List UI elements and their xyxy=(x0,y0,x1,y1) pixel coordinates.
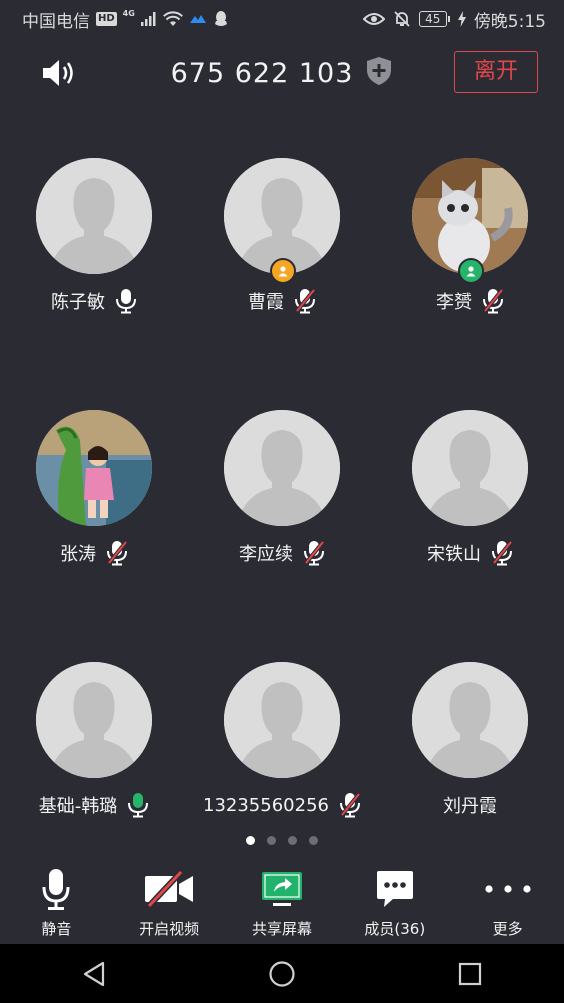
mic-muted-icon xyxy=(339,792,361,818)
participant-avatar xyxy=(36,662,152,778)
status-bar: 中国电信 HD 4G 45 傍晚5:15 xyxy=(0,0,564,38)
share-screen-icon xyxy=(226,868,338,910)
page-dot[interactable] xyxy=(267,836,276,845)
page-dot[interactable] xyxy=(309,836,318,845)
more-dots-icon xyxy=(452,868,564,910)
page-dot[interactable] xyxy=(288,836,297,845)
participant-avatar xyxy=(412,410,528,526)
share-screen-label: 共享屏幕 xyxy=(251,920,312,938)
mute-button[interactable]: 静音 xyxy=(0,860,112,944)
cohost-badge-icon xyxy=(458,258,484,284)
mic-muted-icon xyxy=(294,288,316,314)
mic-speaking-icon xyxy=(127,792,149,818)
system-nav-bar xyxy=(0,944,564,1003)
participant-avatar xyxy=(224,662,340,778)
participant-name-row: 刘丹霞 xyxy=(376,790,564,820)
start-video-button[interactable]: 开启视频 xyxy=(113,860,225,944)
back-triangle-icon xyxy=(83,961,105,986)
charging-icon xyxy=(457,11,466,27)
chat-bubble-icon xyxy=(339,868,451,910)
nav-back-button[interactable] xyxy=(64,944,124,1003)
page-indicator xyxy=(0,836,564,846)
mic-muted-icon xyxy=(303,540,325,566)
signal-icon xyxy=(140,12,157,26)
more-label: 更多 xyxy=(492,920,523,938)
share-screen-button[interactable]: 共享屏幕 xyxy=(226,860,338,944)
mute-bell-icon xyxy=(393,10,411,28)
participant-name-row: 陈子敏 xyxy=(0,286,188,316)
participant-avatar xyxy=(224,158,340,274)
meeting-toolbar: 静音 开启视频 共享屏幕 成员(36) 更多 xyxy=(0,860,564,944)
nav-home-button[interactable] xyxy=(252,944,312,1003)
host-badge-icon xyxy=(270,258,296,284)
participant-name-row: 李应续 xyxy=(188,538,376,568)
mute-label: 静音 xyxy=(41,920,72,938)
members-button[interactable]: 成员(36) xyxy=(339,860,451,944)
recents-square-icon xyxy=(458,962,482,985)
participant-tile[interactable]: 陈子敏 xyxy=(0,158,188,338)
participant-avatar xyxy=(36,410,152,526)
battery-indicator: 45 xyxy=(418,11,450,27)
mic-on-icon xyxy=(115,288,137,314)
eye-comfort-icon xyxy=(362,12,385,26)
meeting-screen: 中国电信 HD 4G 45 傍晚5:15 675 622 103 离开 陈子敏 … xyxy=(0,0,564,1003)
page-dot[interactable] xyxy=(246,836,255,845)
meeting-id[interactable]: 675 622 103 xyxy=(171,58,354,89)
participant-name: 13235560256 xyxy=(203,794,329,816)
home-circle-icon xyxy=(269,960,295,987)
security-shield-icon[interactable] xyxy=(365,56,393,90)
leave-button[interactable]: 离开 xyxy=(454,51,538,93)
participant-avatar xyxy=(36,158,152,274)
status-left: 中国电信 HD 4G xyxy=(0,7,229,32)
participant-name-row: 基础-韩璐 xyxy=(0,790,188,820)
battery-tip xyxy=(447,16,450,22)
status-right: 45 傍晚5:15 xyxy=(362,7,564,32)
participant-name-row: 张涛 xyxy=(0,538,188,568)
participant-avatar xyxy=(412,158,528,274)
mic-muted-icon xyxy=(491,540,513,566)
clock: 傍晚5:15 xyxy=(473,11,546,32)
carrier-label: 中国电信 xyxy=(22,11,90,32)
hd-badge: HD xyxy=(96,12,117,26)
participant-name-row: 13235560256 xyxy=(188,790,376,820)
participant-name-row: 李赟 xyxy=(376,286,564,316)
participant-avatar xyxy=(412,662,528,778)
start-video-label: 开启视频 xyxy=(139,920,200,938)
battery-level: 45 xyxy=(418,11,447,27)
participant-tile[interactable]: 13235560256 xyxy=(188,662,376,842)
wifi-icon xyxy=(162,11,183,27)
participant-name: 基础-韩璐 xyxy=(38,796,118,817)
participant-tile[interactable]: 刘丹霞 xyxy=(376,662,564,842)
microphone-icon xyxy=(0,868,112,910)
participant-name-row: 曹霞 xyxy=(188,286,376,316)
participant-name: 张涛 xyxy=(60,544,96,565)
nav-recents-button[interactable] xyxy=(440,944,500,1003)
participant-name: 李应续 xyxy=(239,544,293,565)
participant-name: 曹霞 xyxy=(248,292,284,313)
meeting-header: 675 622 103 离开 xyxy=(0,44,564,102)
mic-muted-icon xyxy=(106,540,128,566)
participant-name: 陈子敏 xyxy=(51,292,105,313)
participant-avatar xyxy=(224,410,340,526)
mic-muted-icon xyxy=(482,288,504,314)
participant-name: 刘丹霞 xyxy=(443,796,497,817)
participant-tile[interactable]: 张涛 xyxy=(0,410,188,590)
video-off-icon xyxy=(113,868,225,910)
participant-name: 宋铁山 xyxy=(427,544,481,565)
more-button[interactable]: 更多 xyxy=(452,860,564,944)
participant-tile[interactable]: 宋铁山 xyxy=(376,410,564,590)
participant-tile[interactable]: 曹霞 xyxy=(188,158,376,338)
network-type: 4G xyxy=(122,8,135,18)
participant-name-row: 宋铁山 xyxy=(376,538,564,568)
participant-tile[interactable]: 基础-韩璐 xyxy=(0,662,188,842)
members-label: 成员(36) xyxy=(364,920,426,938)
participant-name: 李赟 xyxy=(436,292,472,313)
app-notification-icon xyxy=(189,13,207,25)
participant-tile[interactable]: 李应续 xyxy=(188,410,376,590)
participant-tile[interactable]: 李赟 xyxy=(376,158,564,338)
qq-icon xyxy=(213,10,229,28)
